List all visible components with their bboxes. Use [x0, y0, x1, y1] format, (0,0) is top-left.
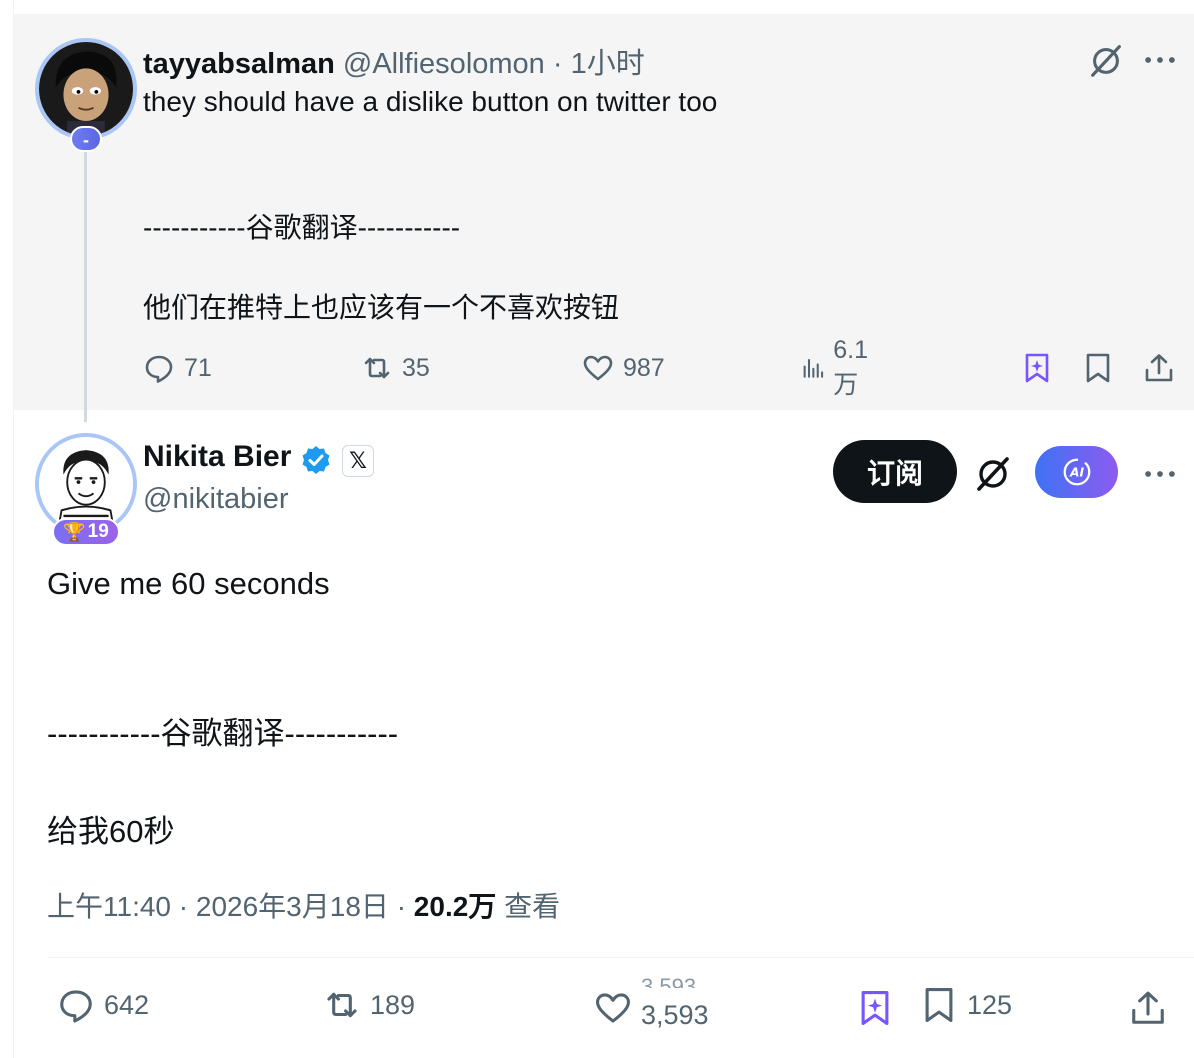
ai-icon: AI	[1063, 458, 1090, 486]
divider	[47, 957, 1194, 958]
avatar[interactable]	[35, 38, 137, 140]
bookmark-icon	[1086, 353, 1110, 383]
more-options-icon[interactable]	[1140, 456, 1180, 492]
handle[interactable]: @Allfiesolomon	[343, 48, 545, 80]
ai-bookmark-icon	[1025, 353, 1049, 383]
grok-icon[interactable]	[971, 451, 1015, 495]
like-button[interactable]: 3,593 3,593	[594, 976, 709, 1030]
level-badge: 🏆 19	[52, 518, 120, 546]
time[interactable]: 上午11:40	[47, 891, 171, 922]
like-count: 987	[623, 353, 665, 382]
separator: ·	[178, 891, 196, 922]
handle[interactable]: @nikitabier	[143, 483, 289, 516]
heart-icon	[583, 355, 613, 381]
reply-button[interactable]: 642	[57, 986, 149, 1024]
translation-divider: -----------谷歌翻译-----------	[47, 716, 399, 751]
views-count: 20.2万	[413, 891, 497, 922]
ai-label: AI	[1068, 466, 1083, 480]
translated-text: 给我60秒	[47, 814, 175, 849]
display-name[interactable]: Nikita Bier	[143, 440, 291, 474]
repost-icon	[327, 992, 357, 1018]
tweet-text: Give me 60 seconds	[47, 566, 330, 601]
trophy-icon: 🏆	[63, 522, 86, 542]
analytics-icon	[803, 358, 824, 378]
tweet-timestamp: 上午11:40 · 2026年3月18日 · 20.2万 查看	[47, 885, 560, 925]
share-button[interactable]	[1128, 986, 1168, 1030]
bookmark-icon	[925, 988, 953, 1022]
verified-badge-icon[interactable]	[300, 444, 332, 476]
repost-button[interactable]: 35	[361, 352, 430, 384]
ai-bookmark-button[interactable]	[1020, 346, 1054, 390]
repost-count: 189	[370, 989, 416, 1020]
x-affiliate-badge[interactable]: 𝕏	[342, 445, 374, 477]
like-count-animated: 3,593 3,593	[641, 976, 709, 1030]
left-rail	[0, 0, 14, 1058]
reply-count: 642	[104, 989, 150, 1020]
share-icon	[1145, 354, 1173, 382]
like-button[interactable]: 987	[582, 352, 665, 384]
repost-button[interactable]: 189	[323, 986, 415, 1024]
share-button[interactable]	[1142, 346, 1176, 390]
separator: ·	[552, 48, 571, 80]
thread-connector-line	[84, 150, 87, 422]
reply-icon	[145, 355, 173, 383]
subscribe-button[interactable]: 订阅	[833, 440, 957, 503]
bookmark-button[interactable]	[1081, 346, 1115, 390]
ai-button[interactable]: AI	[1035, 446, 1118, 498]
share-icon	[1132, 991, 1164, 1024]
like-count-previous: 3,593	[641, 976, 709, 988]
reply-button[interactable]: 71	[143, 352, 212, 384]
tweet-header: tayyabsalman @Allfiesolomon · 1小时	[143, 40, 645, 82]
reply-count: 71	[184, 353, 212, 382]
bookmark-button[interactable]: 125	[920, 986, 1012, 1024]
more-options-icon[interactable]	[1140, 42, 1180, 78]
views-label: 查看	[504, 891, 561, 922]
ai-bookmark-icon	[861, 991, 889, 1025]
display-name[interactable]: tayyabsalman	[143, 48, 335, 80]
bookmark-count: 125	[967, 989, 1013, 1020]
like-count: 3,593	[641, 1000, 709, 1030]
translation-divider: -----------谷歌翻译-----------	[143, 212, 461, 243]
views-button[interactable]: 6.1万	[801, 336, 877, 401]
view-count: 6.1万	[833, 335, 869, 399]
sketch-avatar-icon	[39, 437, 133, 531]
cartoon-avatar-icon	[39, 42, 133, 136]
date[interactable]: 2026年3月18日	[196, 891, 389, 922]
repost-count: 35	[402, 353, 430, 382]
repost-icon	[364, 357, 390, 379]
grok-icon[interactable]	[1084, 40, 1128, 80]
separator: ·	[396, 891, 414, 922]
level-number: 19	[87, 521, 109, 542]
tweet-text: they should have a dislike button on twi…	[143, 86, 718, 117]
reply-icon	[60, 990, 92, 1023]
translated-text: 他们在推特上也应该有一个不喜欢按钮	[143, 292, 620, 323]
heart-icon	[596, 992, 630, 1023]
ai-bookmark-button[interactable]	[856, 986, 894, 1030]
timestamp[interactable]: 1小时	[571, 48, 645, 80]
level-badge: -	[70, 126, 102, 152]
